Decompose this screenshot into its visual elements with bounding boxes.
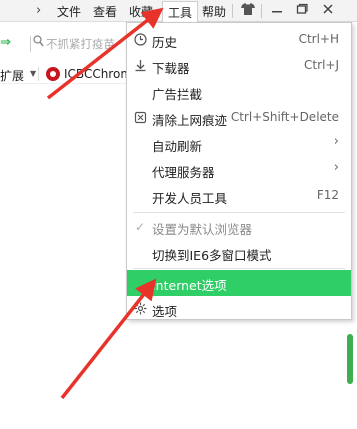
menu-item-label: 清除上网痕迹 — [152, 113, 228, 128]
bookmark-icbc[interactable]: ICBCChrom — [64, 67, 130, 81]
menu-item-label: 代理服务器 — [152, 165, 215, 180]
menu-divider — [133, 212, 345, 213]
menu-item-shortcut: Ctrl+J — [304, 58, 339, 72]
restore-icon[interactable] — [293, 3, 311, 19]
menu-item-label: 设置为默认浏览器 — [152, 222, 253, 237]
address-bar: ⇒ 不抓紧打疫苗 — [0, 32, 130, 56]
menu-divider — [133, 268, 345, 269]
extensions-button[interactable]: 扩展 — [0, 67, 24, 84]
address-divider — [30, 36, 31, 52]
menu-view[interactable]: 查看 — [93, 3, 117, 20]
menu-item-label: 切换到IE6多窗口模式 — [152, 248, 272, 263]
menu-item-shortcut: Ctrl+H — [298, 32, 339, 46]
menu-item-auto-refresh[interactable]: 自动刷新 › — [127, 131, 351, 157]
menu-item-label: 开发人员工具 — [152, 191, 228, 206]
menu-item-set-default-browser: ✓ 设置为默认浏览器 — [127, 214, 351, 240]
menu-item-shortcut: F12 — [316, 188, 339, 202]
menu-item-proxy-server[interactable]: 代理服务器 › — [127, 157, 351, 183]
menu-item-ad-block[interactable]: 广告拦截 — [127, 79, 351, 105]
menu-item-label: Internet选项 — [152, 278, 227, 293]
menu-item-label: 自动刷新 — [152, 139, 203, 154]
submenu-arrow-icon: › — [333, 134, 339, 149]
search-icon[interactable] — [33, 35, 44, 52]
menu-item-label: 选项 — [152, 304, 178, 319]
menu-item-downloader[interactable]: 下载器 Ctrl+J — [127, 53, 351, 79]
menu-item-options[interactable]: 选项 — [127, 296, 351, 322]
tools-dropdown-menu: 历史 Ctrl+H 下载器 Ctrl+J 广告拦截 清除上网痕迹 Ctrl+Sh… — [126, 22, 352, 320]
site-shield-icon[interactable]: ⇒ — [0, 35, 11, 50]
favorites-divider — [38, 67, 39, 81]
clock-icon — [133, 33, 147, 47]
scrollbar-thumb[interactable] — [347, 334, 353, 384]
broom-icon — [133, 111, 147, 125]
search-input[interactable]: 不抓紧打疫苗 — [46, 36, 130, 52]
menu-help[interactable]: 帮助 — [202, 3, 226, 20]
menu-item-label: 广告拦截 — [152, 87, 203, 102]
skin-shirt-icon[interactable] — [239, 3, 257, 19]
extensions-dropdown-icon[interactable]: ▼ — [30, 69, 36, 78]
download-icon — [133, 59, 147, 73]
menu-favorites[interactable]: 收藏 — [129, 3, 153, 20]
vertical-scrollbar[interactable] — [347, 334, 353, 384]
submenu-arrow-icon: › — [333, 160, 339, 175]
menu-item-dev-tools[interactable]: 开发人员工具 F12 — [127, 183, 351, 209]
menu-tools[interactable]: 工具 — [162, 1, 199, 22]
window-controls-divider — [261, 4, 262, 18]
gear-icon — [133, 302, 147, 316]
menu-bar: › 文件 查看 收藏 工具 帮助 — [0, 0, 357, 22]
menu-item-label: 下载器 — [152, 61, 190, 76]
minimize-icon[interactable] — [268, 3, 286, 19]
browser-window: › 文件 查看 收藏 工具 帮助 ⇒ 不抓紧打疫苗 扩展 ▼ ICBCChrom… — [0, 0, 357, 429]
menu-file[interactable]: 文件 — [57, 3, 81, 20]
menu-item-internet-options[interactable]: Internet选项 — [127, 270, 351, 296]
favorites-bar: 扩展 ▼ ICBCChrom — [0, 66, 130, 84]
check-icon: ✓ — [134, 220, 146, 234]
menu-item-history[interactable]: 历史 Ctrl+H — [127, 27, 351, 53]
menubar-divider — [232, 4, 233, 18]
menu-item-ie6-mode[interactable]: 切换到IE6多窗口模式 — [127, 240, 351, 266]
menu-item-clear-history[interactable]: 清除上网痕迹 Ctrl+Shift+Delete — [127, 105, 351, 131]
menu-item-label: 历史 — [152, 35, 178, 50]
menu-overflow-chevron-icon[interactable]: › — [36, 3, 41, 18]
menu-item-shortcut: Ctrl+Shift+Delete — [230, 110, 339, 124]
close-icon[interactable] — [319, 3, 337, 19]
window-controls — [235, 0, 357, 22]
icbc-logo-icon — [46, 67, 60, 81]
